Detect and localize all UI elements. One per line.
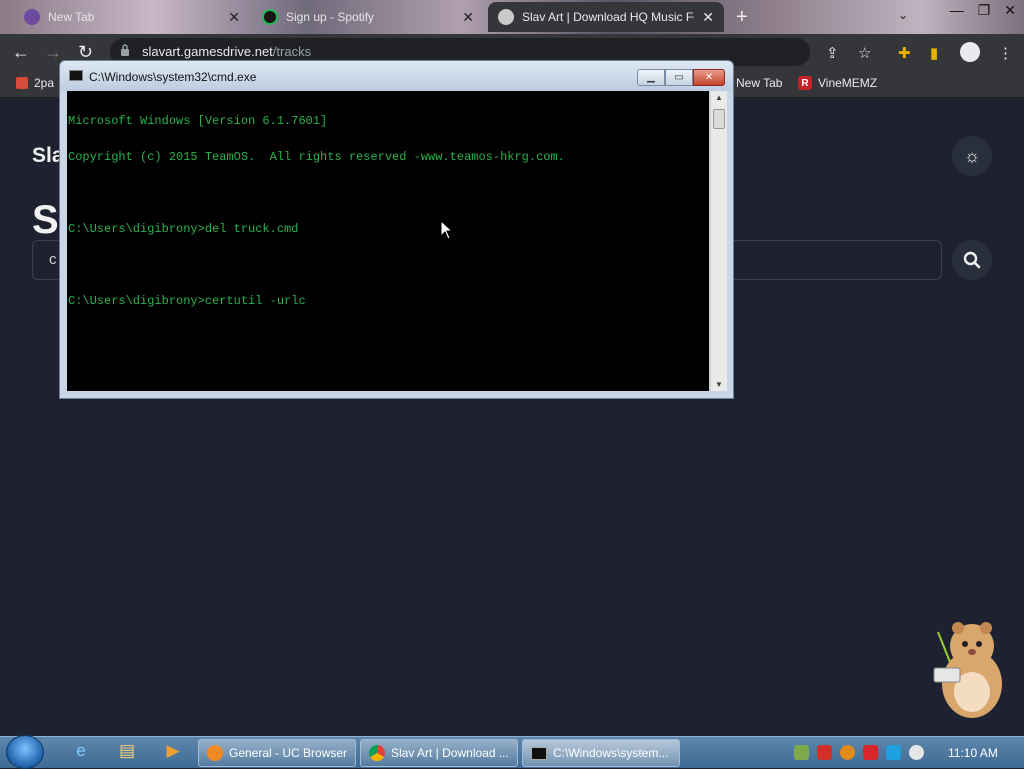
new-tab-plus-icon[interactable]: +	[736, 6, 748, 29]
tray-volume-icon[interactable]	[909, 745, 924, 760]
cmd-app-icon	[69, 70, 83, 81]
task-label: C:\Windows\system...	[553, 746, 669, 760]
tab-close-icon[interactable]: ✕	[702, 9, 714, 26]
bookmark-star-icon[interactable]: ☆	[858, 44, 871, 62]
theme-toggle-sun-icon[interactable]: ☼	[952, 136, 992, 176]
start-button-windows-icon[interactable]	[6, 735, 44, 769]
bookmark-new-tab[interactable]: New Tab	[736, 76, 782, 90]
back-arrow-icon[interactable]: ←	[12, 42, 30, 63]
console-line: Microsoft Windows [Version 6.1.7601]	[68, 114, 328, 128]
tray-search-icon[interactable]	[840, 745, 855, 760]
cmd-console-output[interactable]: Microsoft Windows [Version 6.1.7601] Cop…	[67, 91, 709, 391]
spotify-icon	[262, 9, 278, 25]
tab-close-icon[interactable]: ✕	[462, 9, 474, 26]
tab-spotify[interactable]: Sign up - Spotify ✕	[252, 2, 484, 32]
tab-title: Sign up - Spotify	[286, 10, 375, 24]
file-explorer-folder-icon[interactable]: ▤	[110, 741, 144, 765]
url-domain: slavart.gamesdrive.net	[142, 44, 273, 59]
search-icon	[963, 251, 981, 269]
cmd-close-button[interactable]: ✕	[693, 69, 725, 86]
share-icon[interactable]: ⇪	[826, 44, 839, 62]
new-tab-favicon-icon	[24, 9, 40, 25]
tray-app-icon[interactable]	[794, 745, 809, 760]
system-tray	[794, 745, 924, 760]
menu-kebab-icon[interactable]: ⋮	[998, 44, 1013, 62]
cmd-window-controls: ▁ ▭ ✕	[637, 69, 725, 86]
hamster-mascot-icon	[933, 622, 1002, 718]
bookmark-label: New Tab	[736, 76, 783, 90]
browser-window-controls: — ❐ ✕	[950, 2, 1016, 19]
media-player-icon[interactable]: ▶	[156, 741, 190, 765]
chrome-icon	[369, 745, 385, 761]
windows-taskbar: e ▤ ▶ General - UC Browser Slav Art | Do…	[0, 735, 1024, 769]
task-label: Slav Art | Download ...	[391, 746, 509, 760]
lock-icon	[121, 44, 129, 56]
side-panel-icon[interactable]: ▮	[930, 44, 938, 62]
cmd-maximize-button[interactable]: ▭	[665, 69, 693, 86]
scroll-down-arrow-icon[interactable]: ▼	[715, 380, 723, 389]
close-icon[interactable]: ✕	[1004, 2, 1016, 19]
bookmark-label: VineMEMZ	[818, 76, 878, 90]
forward-arrow-icon[interactable]: →	[44, 42, 62, 63]
bookmark-2pa[interactable]: 2pa	[16, 76, 54, 90]
tab-title: New Tab	[48, 10, 95, 24]
cmd-icon	[531, 746, 547, 760]
scrollbar-thumb[interactable]	[713, 109, 725, 129]
tab-close-icon[interactable]: ✕	[228, 9, 240, 26]
extensions-puzzle-icon[interactable]: ✚	[898, 44, 911, 62]
minimize-icon[interactable]: —	[950, 2, 964, 19]
console-line: Copyright (c) 2015 TeamOS. All rights re…	[68, 150, 565, 164]
profile-avatar-icon[interactable]	[960, 42, 980, 62]
uc-browser-icon	[207, 745, 223, 761]
cmd-minimize-button[interactable]: ▁	[637, 69, 665, 86]
tray-monitor-icon[interactable]	[886, 745, 901, 760]
vinememz-r-icon: R	[798, 76, 812, 90]
slav-art-favicon-icon	[498, 9, 514, 25]
mouse-cursor-icon	[440, 220, 454, 240]
url-path: /tracks	[272, 44, 312, 59]
taskbar-item-chrome[interactable]: Slav Art | Download ...	[360, 739, 518, 767]
tab-slav-art[interactable]: Slav Art | Download HQ Music Fo ✕	[488, 2, 724, 32]
address-url[interactable]: slavart.gamesdrive.net/tracks	[142, 44, 311, 59]
tab-title: Slav Art | Download HQ Music Fo	[522, 10, 695, 24]
tab-search-chevron-icon[interactable]: ⌄	[898, 8, 908, 22]
bookmark-folder-icon	[16, 77, 28, 89]
scroll-up-arrow-icon[interactable]: ▲	[715, 93, 723, 102]
cmd-window[interactable]: C:\Windows\system32\cmd.exe ▁ ▭ ✕ Micros…	[59, 60, 734, 399]
cmd-title-bar[interactable]: C:\Windows\system32\cmd.exe ▁ ▭ ✕	[60, 61, 733, 91]
browser-tab-strip: New Tab ✕ Sign up - Spotify ✕ Slav Art |…	[0, 0, 1024, 34]
cmd-scrollbar[interactable]: ▲ ▼	[710, 91, 727, 391]
tab-new-tab[interactable]: New Tab ✕	[14, 2, 250, 32]
restore-icon[interactable]: ❐	[978, 2, 991, 19]
console-line: C:\Users\digibrony>certutil -urlc	[68, 294, 306, 308]
taskbar-clock[interactable]: 11:10 AM	[948, 746, 998, 760]
bookmark-label: 2pa	[34, 76, 55, 90]
bookmark-vinememz[interactable]: R VineMEMZ	[798, 76, 877, 90]
taskbar-item-cmd[interactable]: C:\Windows\system...	[522, 739, 680, 767]
tray-vivaldi-icon[interactable]	[817, 745, 832, 760]
taskbar-item-uc-browser[interactable]: General - UC Browser	[198, 739, 356, 767]
search-button[interactable]	[952, 240, 992, 280]
task-label: General - UC Browser	[229, 746, 348, 760]
cmd-window-title: C:\Windows\system32\cmd.exe	[89, 70, 257, 84]
tray-flag-icon[interactable]	[863, 745, 878, 760]
internet-explorer-icon[interactable]: e	[64, 741, 98, 765]
console-line: C:\Users\digibrony>del truck.cmd	[68, 222, 299, 236]
